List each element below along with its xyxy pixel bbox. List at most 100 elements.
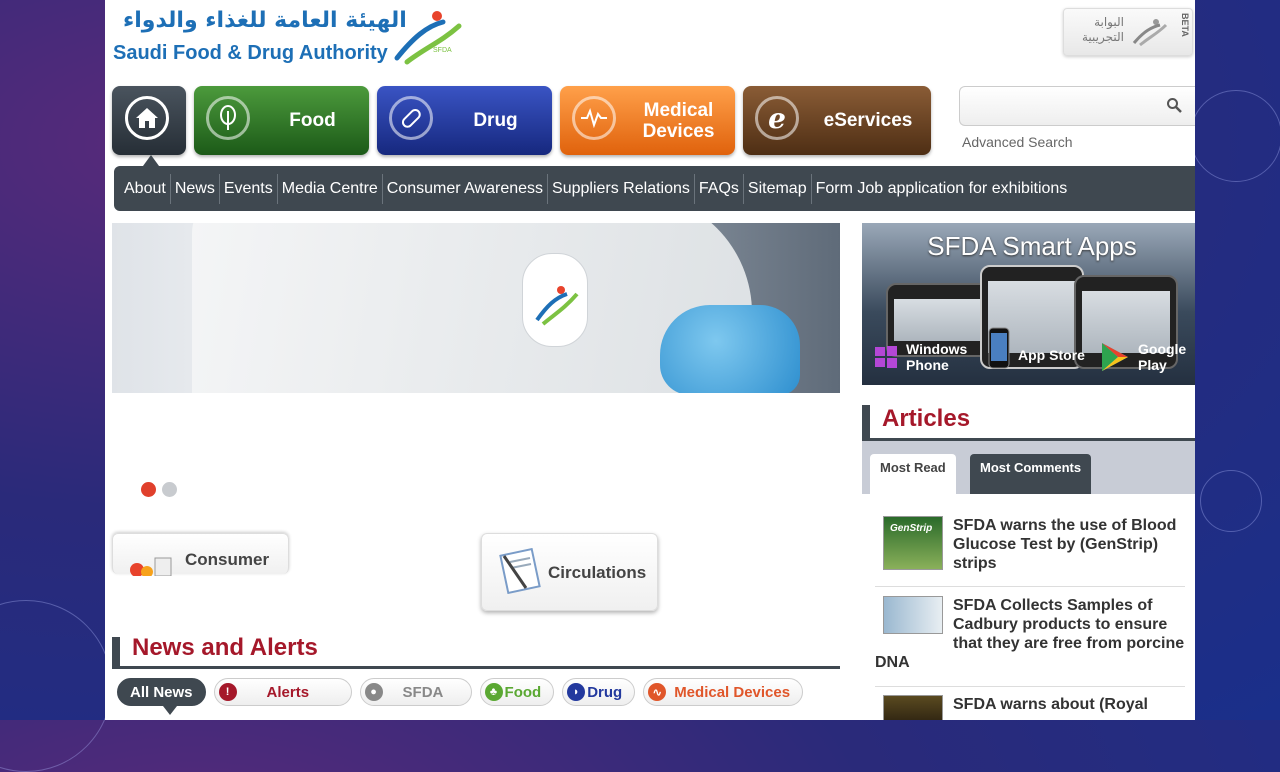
- filter-sfda-label: SFDA: [402, 683, 444, 701]
- drug-filter-icon: ◗: [567, 683, 586, 701]
- google-label-2: Play: [1138, 357, 1167, 373]
- windows-label-2: Phone: [906, 357, 949, 373]
- search-box: [959, 86, 1195, 126]
- article-thumbnail: [883, 695, 943, 720]
- search-icon[interactable]: [1166, 97, 1182, 118]
- filter-food-label: Food: [504, 683, 542, 701]
- e-letter-icon: e: [755, 96, 799, 140]
- subnav-sitemap[interactable]: Sitemap: [744, 173, 812, 204]
- coat-emblem-icon: [522, 253, 588, 347]
- pill-icon: [389, 96, 433, 140]
- subnav-news[interactable]: News: [171, 173, 220, 204]
- subnav-job-application[interactable]: Form Job application for exhibitions: [812, 174, 1072, 204]
- home-nav-button[interactable]: [112, 86, 186, 155]
- food-nav-label: Food: [289, 110, 336, 131]
- food-filter-icon: ♣: [484, 683, 503, 701]
- subnav-events[interactable]: Events: [220, 173, 278, 204]
- beta-portal-link[interactable]: البوابة التجريبية BETA: [1063, 8, 1193, 56]
- tab-most-read[interactable]: Most Read: [870, 454, 956, 494]
- filter-alerts[interactable]: ! Alerts: [213, 678, 352, 706]
- food-nav-button[interactable]: Food: [194, 86, 369, 155]
- hero-slider-image[interactable]: [112, 223, 840, 393]
- article-item[interactable]: SFDA warns about (Royal: [875, 695, 1185, 720]
- google-label-1: Google: [1138, 341, 1187, 357]
- beta-line2: التجريبية: [1082, 30, 1124, 44]
- windows-icon: [875, 346, 897, 368]
- sfda-logo-mark-icon: SFDA: [394, 11, 462, 65]
- medical-devices-nav-button[interactable]: Medical Devices: [560, 86, 735, 155]
- articles-tabs: Most Read Most Comments: [862, 441, 1195, 494]
- drug-nav-label: Drug: [473, 110, 518, 131]
- filter-alerts-label: Alerts: [266, 683, 310, 701]
- article-title: SFDA warns about (Royal: [953, 696, 1148, 713]
- subnav-media-centre[interactable]: Media Centre: [278, 173, 383, 204]
- sfda-logo[interactable]: الهيئة العامة للغذاء والدواء Saudi Food …: [113, 6, 463, 66]
- document-pen-icon: [499, 548, 541, 594]
- background-ring: [1190, 90, 1280, 182]
- filter-food[interactable]: ♣ Food: [479, 678, 555, 706]
- beta-logo-icon: [1132, 19, 1168, 47]
- slider-dots: [141, 482, 177, 497]
- eservices-nav-button[interactable]: e eServices: [743, 86, 931, 155]
- article-item[interactable]: SFDA Collects Samples of Cadbury product…: [875, 596, 1185, 672]
- tab-most-comments[interactable]: Most Comments: [970, 454, 1092, 494]
- windows-phone-link[interactable]: Windows Phone: [874, 341, 967, 373]
- thumbnail-brand-text: GenStrip: [890, 523, 933, 534]
- article-title: SFDA warns the use of Blood Glucose Test…: [953, 517, 1177, 572]
- filter-drug[interactable]: ◗ Drug: [562, 678, 636, 706]
- search-input[interactable]: [966, 87, 1160, 123]
- smart-apps-title: SFDA Smart Apps: [927, 231, 1137, 261]
- filter-medical-label: Medical Devices: [674, 683, 791, 701]
- google-play-icon: [1102, 343, 1128, 371]
- heartbeat-icon: [572, 96, 616, 140]
- secondary-nav: About News Events Media Centre Consumer …: [114, 166, 1195, 211]
- subnav-consumer-awareness[interactable]: Consumer Awareness: [383, 173, 549, 204]
- article-thumbnail: [883, 596, 943, 634]
- filter-active-pointer: [163, 706, 177, 715]
- medical-nav-label: Medical Devices: [630, 86, 727, 155]
- drug-nav-button[interactable]: Drug: [377, 86, 552, 155]
- beta-tag: BETA: [1180, 13, 1190, 37]
- slider-dot-2[interactable]: [162, 482, 177, 497]
- iphone-icon: [988, 327, 1010, 369]
- filter-all-news[interactable]: All News: [117, 678, 206, 706]
- subnav-faqs[interactable]: FAQs: [695, 173, 744, 204]
- background-ring: [1200, 470, 1262, 532]
- filter-sfda[interactable]: ● SFDA: [359, 678, 472, 706]
- beta-line1: البوابة: [1094, 15, 1124, 29]
- background-ring: [0, 600, 112, 772]
- home-active-pointer: [143, 155, 159, 166]
- subnav-about[interactable]: About: [120, 173, 171, 204]
- eservices-nav-label: eServices: [823, 110, 913, 131]
- article-thumbnail: GenStrip: [883, 516, 943, 570]
- google-play-link[interactable]: Google Play: [1100, 341, 1186, 373]
- news-filter-bar: All News ! Alerts ● SFDA ♣ Food ◗ Drug ∿…: [117, 678, 804, 706]
- article-divider: [875, 586, 1185, 587]
- news-section-header: News and Alerts: [112, 634, 840, 669]
- slider-dot-1[interactable]: [141, 482, 156, 497]
- consumer-tile-label: Consumer: [185, 550, 270, 569]
- subnav-suppliers-relations[interactable]: Suppliers Relations: [548, 173, 695, 204]
- smart-apps-banner[interactable]: SFDA Smart Apps Windows Phone App Store G…: [862, 223, 1195, 385]
- alert-icon: !: [218, 683, 237, 701]
- app-store-link[interactable]: App Store: [988, 327, 1085, 369]
- articles-title: Articles: [882, 405, 971, 432]
- circulations-tile[interactable]: Circulations: [481, 533, 658, 611]
- logo-english-text: Saudi Food & Drug Authority: [113, 42, 388, 64]
- browser-page: الهيئة العامة للغذاء والدواء Saudi Food …: [105, 0, 1195, 720]
- article-item[interactable]: GenStrip SFDA warns the use of Blood Glu…: [875, 516, 1185, 573]
- articles-header: Articles: [862, 405, 1195, 441]
- consumer-tile[interactable]: Consumer: [112, 533, 289, 576]
- filter-medical-devices[interactable]: ∿ Medical Devices: [643, 678, 804, 706]
- home-icon: [125, 96, 169, 140]
- filter-drug-label: Drug: [587, 683, 623, 701]
- consumer-icon: [130, 557, 172, 576]
- windows-label-1: Windows: [906, 341, 968, 357]
- medical-label-line1: Medical: [643, 99, 714, 121]
- medical-label-line2: Devices: [642, 120, 715, 142]
- article-divider: [875, 686, 1185, 687]
- beta-arabic-text: البوابة التجريبية: [1074, 15, 1124, 45]
- gloved-hand-graphic: [660, 305, 800, 393]
- advanced-search-link[interactable]: Advanced Search: [962, 134, 1073, 150]
- heartbeat-filter-icon: ∿: [648, 683, 667, 701]
